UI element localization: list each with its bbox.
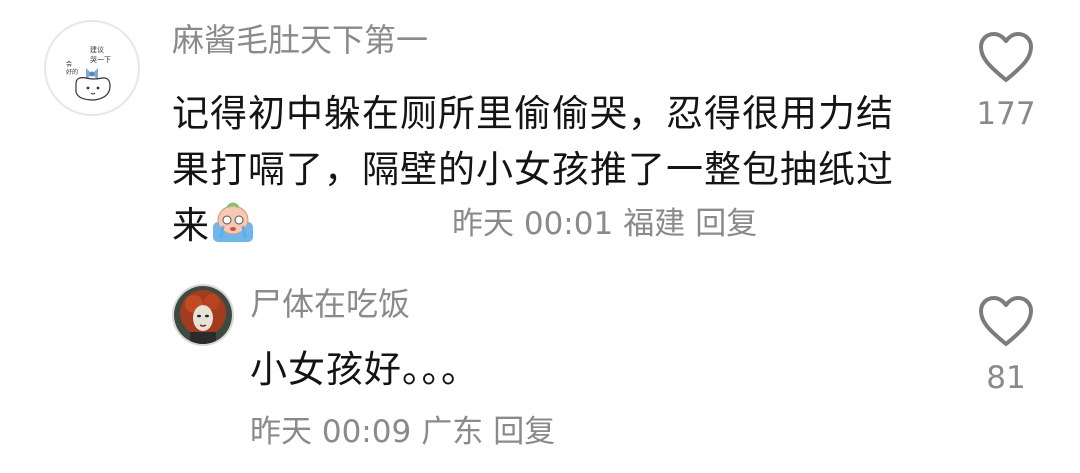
like-count: 81	[986, 360, 1026, 396]
comment-time: 昨天 00:01	[452, 206, 614, 242]
svg-text:哭一下: 哭一下	[90, 56, 111, 64]
avatar[interactable]	[172, 284, 234, 346]
svg-text:好的: 好的	[66, 68, 78, 76]
like-button[interactable]: 81	[968, 294, 1044, 398]
heart-icon	[979, 32, 1033, 82]
like-button[interactable]: 177	[968, 30, 1044, 134]
comment-username[interactable]: 麻酱毛肚天下第一	[172, 18, 428, 62]
crying-face-emoji-icon	[210, 202, 256, 260]
comment-location: 福建	[623, 206, 686, 242]
reply-button[interactable]: 回复	[493, 414, 555, 450]
comment-time: 昨天 00:09	[250, 414, 412, 450]
svg-text:会: 会	[66, 60, 72, 68]
comment-username[interactable]: 尸体在吃饭	[250, 282, 410, 326]
svg-text:建议: 建议	[90, 45, 104, 54]
comment-text: 小女孩好。。。	[250, 348, 479, 391]
avatar[interactable]: 建议 哭一下 会 好的	[44, 20, 140, 116]
comment-meta: 昨天 00:01 福建 回复	[452, 202, 767, 246]
comment-meta: 昨天 00:09 广东 回复	[250, 410, 565, 454]
like-count: 177	[976, 96, 1036, 132]
comment-location: 广东	[421, 414, 484, 450]
heart-icon	[979, 296, 1033, 346]
reply-button[interactable]: 回复	[695, 206, 757, 242]
